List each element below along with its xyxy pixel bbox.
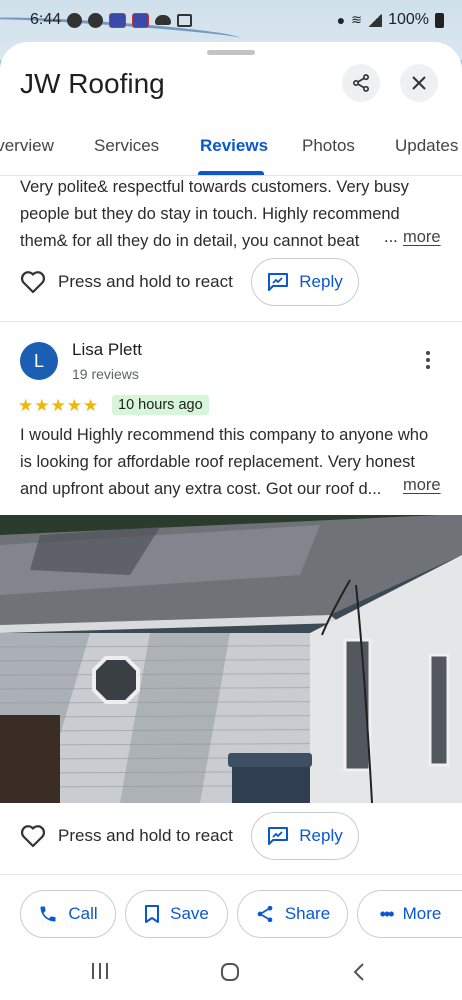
calendar-icon [177, 13, 193, 27]
tab-overview[interactable]: Overview [0, 136, 54, 156]
share-icon [257, 905, 273, 923]
call-label: Call [68, 904, 98, 923]
facebook-icon [67, 12, 83, 28]
star-icon: ★ [66, 396, 82, 415]
tab-reviews[interactable]: Reviews [200, 136, 268, 156]
more-options-icon[interactable] [418, 348, 438, 372]
star-rating: ★ ★ ★ ★ ★ [18, 396, 98, 416]
more-horiz-icon: ••• [379, 904, 395, 924]
close-icon [412, 76, 426, 90]
cloud-icon [155, 15, 172, 25]
share-button[interactable] [342, 64, 380, 102]
drag-handle[interactable] [207, 50, 255, 55]
share-label: Share [284, 904, 331, 923]
back-icon[interactable] [352, 962, 366, 982]
news-app-icon [132, 12, 150, 28]
react-button[interactable]: Press and hold to react [20, 270, 233, 294]
heart-icon [20, 825, 46, 848]
news-app-icon [109, 12, 127, 28]
house-photo [0, 515, 462, 803]
more-link[interactable]: more [403, 476, 441, 495]
star-icon: ★ [34, 396, 50, 415]
review-line: them& for all they do in detail, you can… [20, 232, 360, 250]
place-bottom-sheet: JW Roofing Overview Services Reviews Pho… [0, 42, 462, 1000]
place-title: JW Roofing [20, 68, 165, 99]
battery-percent: 100% [388, 11, 429, 28]
tab-bar: Overview Services Reviews Photos Updates [0, 124, 462, 176]
reply-label: Reply [299, 272, 343, 291]
wifi-icon: ≋ [351, 12, 363, 27]
action-bar: Call Save Share ••• More [0, 874, 462, 942]
recent-apps-icon[interactable] [90, 962, 110, 980]
review-line: Very polite& respectful towards customer… [20, 178, 409, 196]
signal-icon [368, 13, 383, 27]
star-icon: ★ [83, 396, 99, 415]
reply-icon [268, 827, 289, 845]
save-label: Save [170, 904, 209, 923]
home-icon[interactable] [220, 962, 240, 982]
more-link[interactable]: more [403, 228, 441, 247]
share-icon [353, 74, 369, 92]
truncation-ellipsis: ... [384, 228, 398, 246]
battery-icon [435, 12, 444, 28]
reply-button[interactable]: Reply [251, 258, 359, 306]
more-label: More [402, 904, 442, 923]
react-button[interactable]: Press and hold to react [20, 824, 233, 848]
review-line: is looking for affordable roof replaceme… [20, 453, 416, 471]
reviewer-review-count: 19 reviews [72, 366, 139, 382]
status-time: 6:44 [30, 11, 62, 28]
share-action-button[interactable]: Share [237, 890, 348, 938]
facebook-icon [88, 12, 104, 28]
close-button[interactable] [400, 64, 438, 102]
tab-services[interactable]: Services [94, 136, 159, 156]
reply-label: Reply [299, 826, 343, 845]
more-actions-button[interactable]: ••• More [357, 890, 462, 938]
phone-icon [40, 906, 56, 922]
review-line: and upfront about any extra cost. Got ou… [20, 480, 382, 498]
review-divider [0, 321, 462, 322]
review-line: I would Highly recommend this company to… [20, 426, 429, 444]
system-navigation-bar [0, 942, 462, 1000]
avatar[interactable]: L [20, 342, 58, 380]
review-time-badge: 10 hours ago [112, 395, 209, 415]
heart-icon [20, 271, 46, 294]
reviewer-name[interactable]: Lisa Plett [72, 340, 142, 360]
tab-photos[interactable]: Photos [302, 136, 355, 156]
reply-icon [268, 273, 289, 291]
review-line: people but they do stay in touch. Highly… [20, 205, 400, 223]
review-text[interactable]: I would Highly recommend this company to… [20, 422, 445, 503]
reply-button[interactable]: Reply [251, 812, 359, 860]
star-icon: ★ [50, 396, 66, 415]
react-label: Press and hold to react [58, 272, 233, 291]
bookmark-icon [145, 905, 160, 923]
review-photo[interactable] [0, 515, 462, 803]
location-icon: ● [336, 12, 346, 28]
star-icon: ★ [18, 396, 34, 415]
tab-updates[interactable]: Updates [395, 136, 458, 156]
react-label: Press and hold to react [58, 826, 233, 845]
save-button[interactable]: Save [125, 890, 228, 938]
status-bar: 6:44 ● ≋ 100% [0, 0, 462, 40]
review-text: Very polite& respectful towards customer… [20, 174, 445, 255]
call-button[interactable]: Call [20, 890, 116, 938]
